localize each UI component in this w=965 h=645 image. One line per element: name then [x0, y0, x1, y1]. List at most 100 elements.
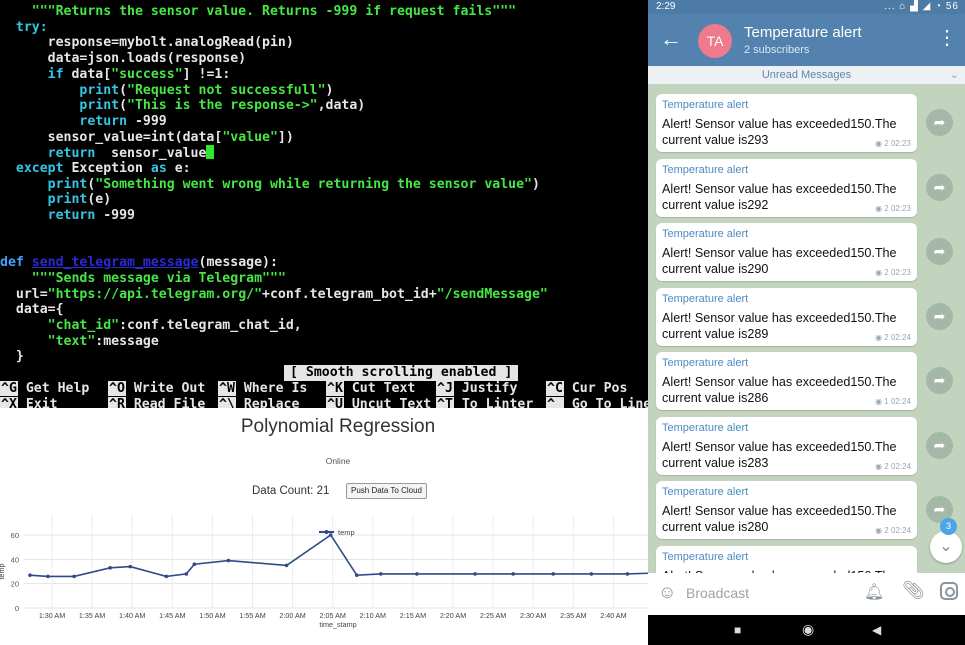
- code-line: def send_telegram_message(message):: [0, 255, 278, 271]
- message-bubble[interactable]: Temperature alertAlert! Sensor value has…: [656, 352, 917, 410]
- message-bubble[interactable]: Temperature alertAlert! Sensor value has…: [656, 94, 917, 152]
- code-token: return: [0, 113, 128, 129]
- paperclip-icon[interactable]: 📎︎: [902, 580, 925, 601]
- x-tick-label: 2:25 AM: [480, 611, 506, 620]
- y-tick-label: 20: [11, 580, 19, 589]
- eye-icon: ◉: [875, 203, 885, 213]
- data-point: [589, 572, 594, 576]
- share-icon[interactable]: ➦: [926, 431, 953, 459]
- shortcut-key: ^J: [436, 381, 454, 396]
- shortcut-item: ^R Read File: [108, 397, 205, 408]
- x-tick-label: 2:10 AM: [360, 611, 386, 620]
- code-token: :message: [95, 333, 159, 349]
- message-time: 02:24: [890, 397, 911, 406]
- share-icon[interactable]: ➦: [926, 238, 953, 265]
- message-meta: ◉ 1 02:24: [875, 397, 911, 406]
- data-point: [551, 572, 556, 576]
- code-token: data=json.loads(response): [0, 51, 247, 67]
- data-point: [28, 573, 32, 577]
- emoji-icon[interactable]: ☺: [658, 582, 676, 603]
- code-line: return -999: [0, 113, 166, 130]
- broadcast-input[interactable]: [686, 581, 856, 605]
- data-point: [473, 572, 477, 576]
- arrow-left-icon[interactable]: ←: [660, 28, 682, 50]
- channel-name[interactable]: Temperature alert: [744, 24, 862, 41]
- x-tick-label: 2:40 AM: [600, 611, 626, 620]
- code-token: :conf.telegram_chat_id,: [119, 318, 302, 333]
- share-icon[interactable]: ➦: [926, 173, 953, 201]
- code-token: "This is the response->": [127, 98, 318, 114]
- code-token: """Returns the sensor value. Returns -99…: [0, 4, 517, 19]
- code-line: print("Request not successfull"): [0, 82, 333, 99]
- x-tick-label: 2:20 AM: [440, 611, 466, 620]
- code-token: print: [0, 82, 120, 98]
- message-bubble[interactable]: Temperature alertAlert! Sensor value has…: [656, 416, 917, 475]
- camera-icon[interactable]: [940, 582, 958, 600]
- message-bubble[interactable]: Temperature alertAlert! Sensor value has…: [656, 158, 917, 217]
- shortcut-label: Write Out: [133, 381, 206, 396]
- message-sender: Temperature alert: [662, 357, 749, 369]
- shortcut-label: Cut Text: [351, 381, 416, 396]
- message-meta: ◉ 2 02:23: [875, 204, 911, 213]
- unread-badge: 3: [940, 518, 957, 535]
- code-line: except Exception as e:: [0, 161, 191, 177]
- home-icon[interactable]: ◉: [802, 621, 814, 638]
- code-line: data=json.loads(response): [0, 51, 247, 67]
- data-point: [72, 574, 76, 579]
- data-point: [284, 563, 289, 568]
- x-tick-label: 1:55 AM: [239, 611, 265, 620]
- y-tick-label: 0: [15, 604, 19, 613]
- more-vertical-icon[interactable]: ⋮: [937, 28, 957, 48]
- composer: ☺ 🔔︎ 📎︎: [648, 573, 965, 615]
- share-icon[interactable]: ➦: [926, 302, 953, 330]
- code-token: "/sendMessage": [436, 286, 548, 302]
- share-icon[interactable]: ➦: [926, 367, 953, 394]
- message-sender: Temperature alert: [662, 292, 749, 305]
- message-meta: ◉ 2 02:24: [875, 333, 911, 342]
- code-token: try:: [0, 19, 48, 35]
- code-token: except: [0, 161, 64, 176]
- avatar[interactable]: TA: [698, 24, 732, 58]
- shortcut-key: ^C: [546, 381, 564, 396]
- chevron-down-icon: ⌄: [949, 69, 959, 81]
- message-bubble[interactable]: Temperature alertAlert! Sensor value has…: [656, 223, 917, 281]
- data-point: [379, 572, 383, 576]
- x-axis-label: time_stamp: [319, 620, 356, 629]
- message-time: 02:23: [890, 268, 911, 277]
- status-message: [ Smooth scrolling enabled ]: [284, 365, 519, 381]
- data-point: [184, 572, 189, 576]
- shortcut-item: ^W Where Is: [218, 381, 307, 397]
- recent-apps-icon[interactable]: ■: [734, 623, 741, 637]
- dashboard-panel: Polynomial Regression Online Data Count:…: [0, 408, 648, 645]
- data-point: [511, 572, 515, 576]
- back-icon[interactable]: ◀: [872, 623, 881, 637]
- message-bubble[interactable]: Temperature alertAlert! Sensor value has…: [656, 481, 917, 539]
- eye-icon: ◉: [875, 526, 885, 535]
- shortcut-key: ^U: [326, 397, 344, 408]
- subscriber-count: 2 subscribers: [744, 44, 810, 56]
- message-bubble[interactable]: Temperature alertAlert! Sensor value has…: [656, 287, 917, 346]
- x-tick-label: 2:05 AM: [320, 611, 346, 620]
- data-point: [164, 574, 169, 579]
- telegram-app: 2:29 ... ⌂ ▟ ◢ ◔ 56 ← TA Temperature ale…: [648, 0, 965, 645]
- message-time: 02:23: [890, 139, 911, 148]
- chevron-down-icon[interactable]: ⌄: [930, 531, 962, 563]
- code-token: (: [119, 82, 128, 98]
- share-icon[interactable]: ➦: [926, 109, 953, 136]
- data-point: [108, 566, 112, 570]
- x-tick-label: 2:15 AM: [400, 611, 426, 620]
- shortcut-key: ^T: [436, 397, 454, 408]
- code-token: data[: [63, 66, 112, 82]
- bell-icon[interactable]: 🔔︎: [864, 582, 884, 602]
- nano-editor[interactable]: """Returns the sensor value. Returns -99…: [0, 0, 648, 408]
- view-count: 2: [884, 268, 889, 277]
- code-token: if: [47, 66, 64, 82]
- shortcut-key: ^O: [108, 381, 126, 396]
- code-line: sensor_value=int(data["value"]): [0, 130, 294, 146]
- message-sender: Temperature alert: [662, 421, 749, 434]
- code-line: "chat_id":conf.telegram_chat_id,: [0, 318, 302, 334]
- code-token: "Something went wrong while returning th…: [95, 176, 532, 192]
- code-line: return sensor_value: [0, 145, 215, 161]
- shortcut-item: ^U Uncut Text: [326, 397, 431, 408]
